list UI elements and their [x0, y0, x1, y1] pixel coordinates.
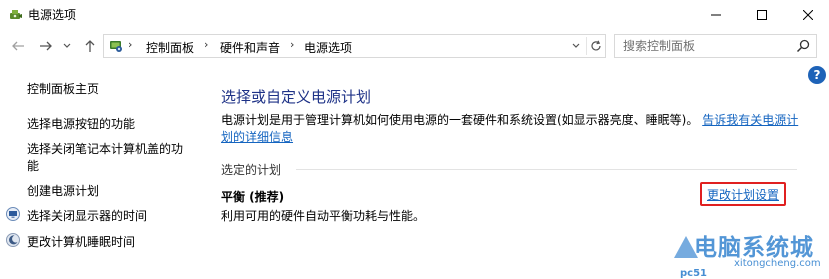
- title-bar: 电源选项: [0, 0, 829, 30]
- search-icon[interactable]: [795, 38, 811, 54]
- breadcrumb-hardware-sound[interactable]: 硬件和声音: [220, 39, 280, 56]
- close-icon: [803, 10, 813, 20]
- sidebar: 控制面板主页 选择电源按钮的功能 选择关闭笔记本计算机盖的功 能 创建电源计划 …: [0, 62, 200, 279]
- refresh-button[interactable]: [588, 38, 604, 54]
- change-plan-settings-link[interactable]: 更改计划设置: [707, 186, 779, 203]
- breadcrumb-separator-icon: ›: [128, 38, 133, 51]
- search-input[interactable]: [623, 38, 793, 54]
- address-divider: [586, 37, 587, 55]
- power-options-icon: [10, 10, 22, 19]
- monitor-icon: [6, 207, 20, 221]
- page-title: 选择或自定义电源计划: [221, 88, 372, 106]
- chevron-down-icon: [63, 43, 71, 48]
- maximize-icon: [757, 10, 767, 20]
- refresh-icon: [591, 40, 601, 51]
- sidebar-item-power-button-function[interactable]: 选择电源按钮的功能: [27, 115, 135, 132]
- change-plan-settings-highlight: 更改计划设置: [700, 182, 786, 206]
- breadcrumb-control-panel[interactable]: 控制面板: [146, 39, 194, 56]
- control-panel-icon: [110, 41, 122, 52]
- watermark-domain: xitongcheng.com: [734, 258, 821, 269]
- moon-icon: [6, 233, 20, 247]
- breadcrumb-power-options[interactable]: 电源选项: [304, 39, 352, 56]
- sidebar-item-display-off-time[interactable]: 选择关闭显示器的时间: [27, 207, 147, 224]
- address-bar[interactable]: › 控制面板 › 硬件和声音 › 电源选项: [103, 34, 606, 58]
- address-dropdown-button[interactable]: [568, 38, 584, 54]
- watermark: 电脑系统城 xitongcheng.com pc51: [672, 228, 829, 279]
- up-arrow-icon: [85, 40, 95, 52]
- watermark-pc: pc51: [680, 268, 708, 279]
- navigation-bar: › 控制面板 › 硬件和声音 › 电源选项: [0, 30, 829, 62]
- sidebar-item-sleep-time[interactable]: 更改计算机睡眠时间: [27, 233, 135, 250]
- forward-button[interactable]: [36, 36, 56, 56]
- sidebar-item-control-panel-home[interactable]: 控制面板主页: [27, 80, 99, 97]
- watermark-brand: 电脑系统城: [694, 235, 814, 261]
- back-button[interactable]: [8, 36, 28, 56]
- help-button[interactable]: ?: [808, 66, 826, 84]
- up-button[interactable]: [80, 36, 100, 56]
- forward-arrow-icon: [40, 41, 52, 51]
- breadcrumb-separator-icon: ›: [204, 38, 209, 51]
- plan-description: 利用可用的硬件自动平衡功耗与性能。: [221, 209, 426, 223]
- search-box[interactable]: [614, 34, 817, 58]
- chevron-down-icon: [572, 43, 580, 48]
- selected-plan-section-label: 选定的计划: [221, 163, 282, 177]
- window-title: 电源选项: [28, 8, 77, 22]
- sidebar-item-lid-close-function[interactable]: 选择关闭笔记本计算机盖的功: [27, 140, 183, 157]
- minimize-icon: [711, 14, 721, 16]
- maximize-button[interactable]: [739, 0, 785, 30]
- section-divider: [296, 169, 797, 170]
- description-text: 电源计划是用于管理计算机如何使用电源的一套硬件和系统设置(如显示器亮度、睡眠等)…: [221, 113, 699, 127]
- recent-locations-button[interactable]: [60, 36, 74, 56]
- plan-name: 平衡 (推荐): [221, 190, 285, 204]
- back-arrow-icon: [12, 41, 24, 51]
- breadcrumb-separator-icon: ›: [290, 38, 295, 51]
- minimize-button[interactable]: [693, 0, 739, 30]
- sidebar-item-lid-close-function-cont[interactable]: 能: [27, 157, 39, 174]
- sidebar-item-create-power-plan[interactable]: 创建电源计划: [27, 182, 99, 199]
- help-icon: ?: [813, 68, 821, 82]
- page-description: 电源计划是用于管理计算机如何使用电源的一套硬件和系统设置(如显示器亮度、睡眠等)…: [221, 112, 801, 146]
- close-button[interactable]: [785, 0, 829, 30]
